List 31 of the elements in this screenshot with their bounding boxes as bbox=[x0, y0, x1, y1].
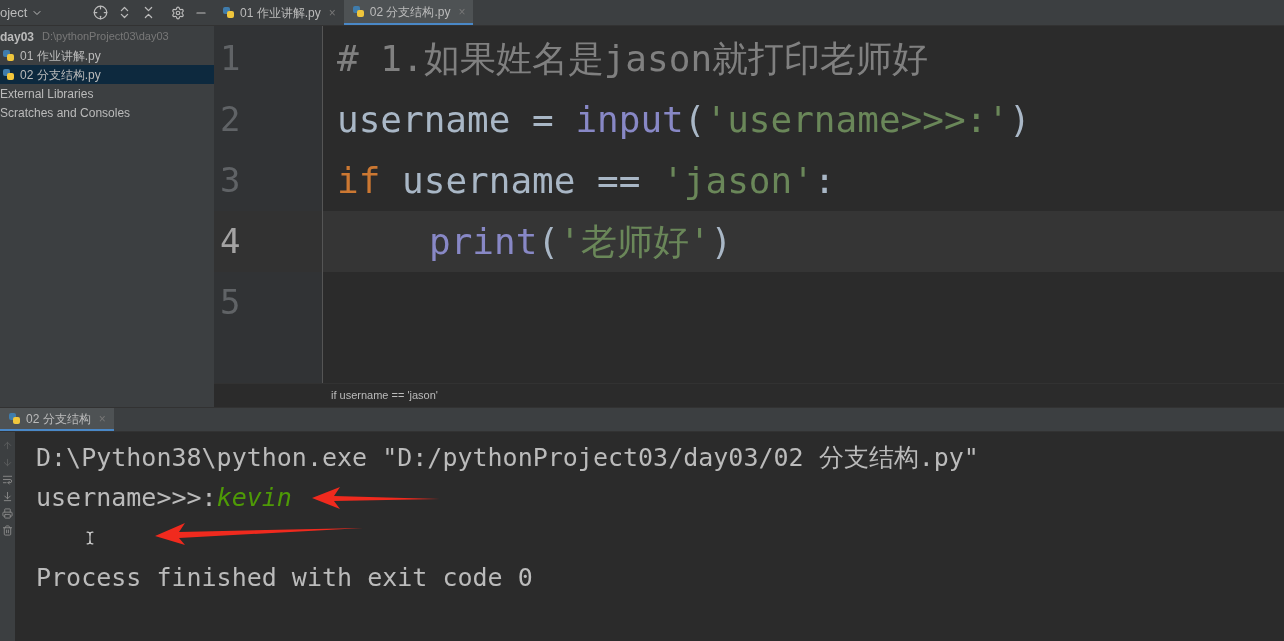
print-icon[interactable] bbox=[2, 508, 13, 519]
tree-item[interactable]: Scratches and Consoles bbox=[0, 103, 214, 122]
folder-path: D:\pythonProject03\day03 bbox=[42, 29, 169, 45]
tree-item[interactable]: 02 分支结构.py bbox=[0, 65, 214, 84]
tree-item[interactable]: External Libraries bbox=[0, 84, 214, 103]
run-tab[interactable]: 02 分支结构 × bbox=[0, 408, 114, 431]
scroll-to-end-icon[interactable] bbox=[2, 491, 13, 502]
tree-item[interactable]: 01 作业讲解.py bbox=[0, 46, 214, 65]
locate-icon[interactable] bbox=[93, 5, 108, 20]
python-file-icon bbox=[351, 4, 366, 19]
python-file-icon bbox=[8, 411, 22, 426]
tree-item-label: 02 分支结构.py bbox=[20, 66, 101, 84]
python-file-icon bbox=[222, 5, 236, 20]
tree-item[interactable]: day03 D:\pythonProject03\day03 bbox=[0, 27, 214, 46]
python-file-icon bbox=[2, 67, 16, 82]
line-number: 4 bbox=[220, 220, 241, 263]
wrap-icon[interactable] bbox=[2, 474, 13, 485]
console-line: username>>>:kevin bbox=[36, 482, 292, 515]
console-line: D:\Python38\python.exe "D:/pythonProject03/day03/02 分支结构.py" bbox=[36, 442, 979, 475]
python-file-icon bbox=[2, 48, 16, 63]
tree-item-label: 01 作业讲解.py bbox=[20, 47, 101, 65]
tree-item-label: Scratches and Consoles bbox=[0, 104, 131, 122]
breadcrumb[interactable]: if username == 'jason' bbox=[331, 387, 438, 404]
editor-tab[interactable]: 02 分支结构.py × bbox=[343, 0, 474, 25]
console-line: Process finished with exit code 0 bbox=[36, 562, 533, 595]
tree-item-label: External Libraries bbox=[0, 85, 94, 103]
panel-title[interactable]: oject bbox=[0, 2, 28, 23]
tree-item-label: day03 bbox=[0, 28, 35, 46]
trash-icon[interactable] bbox=[2, 525, 13, 536]
editor-tab[interactable]: 01 作业讲解.py × bbox=[214, 0, 344, 25]
settings-icon[interactable] bbox=[171, 5, 185, 20]
